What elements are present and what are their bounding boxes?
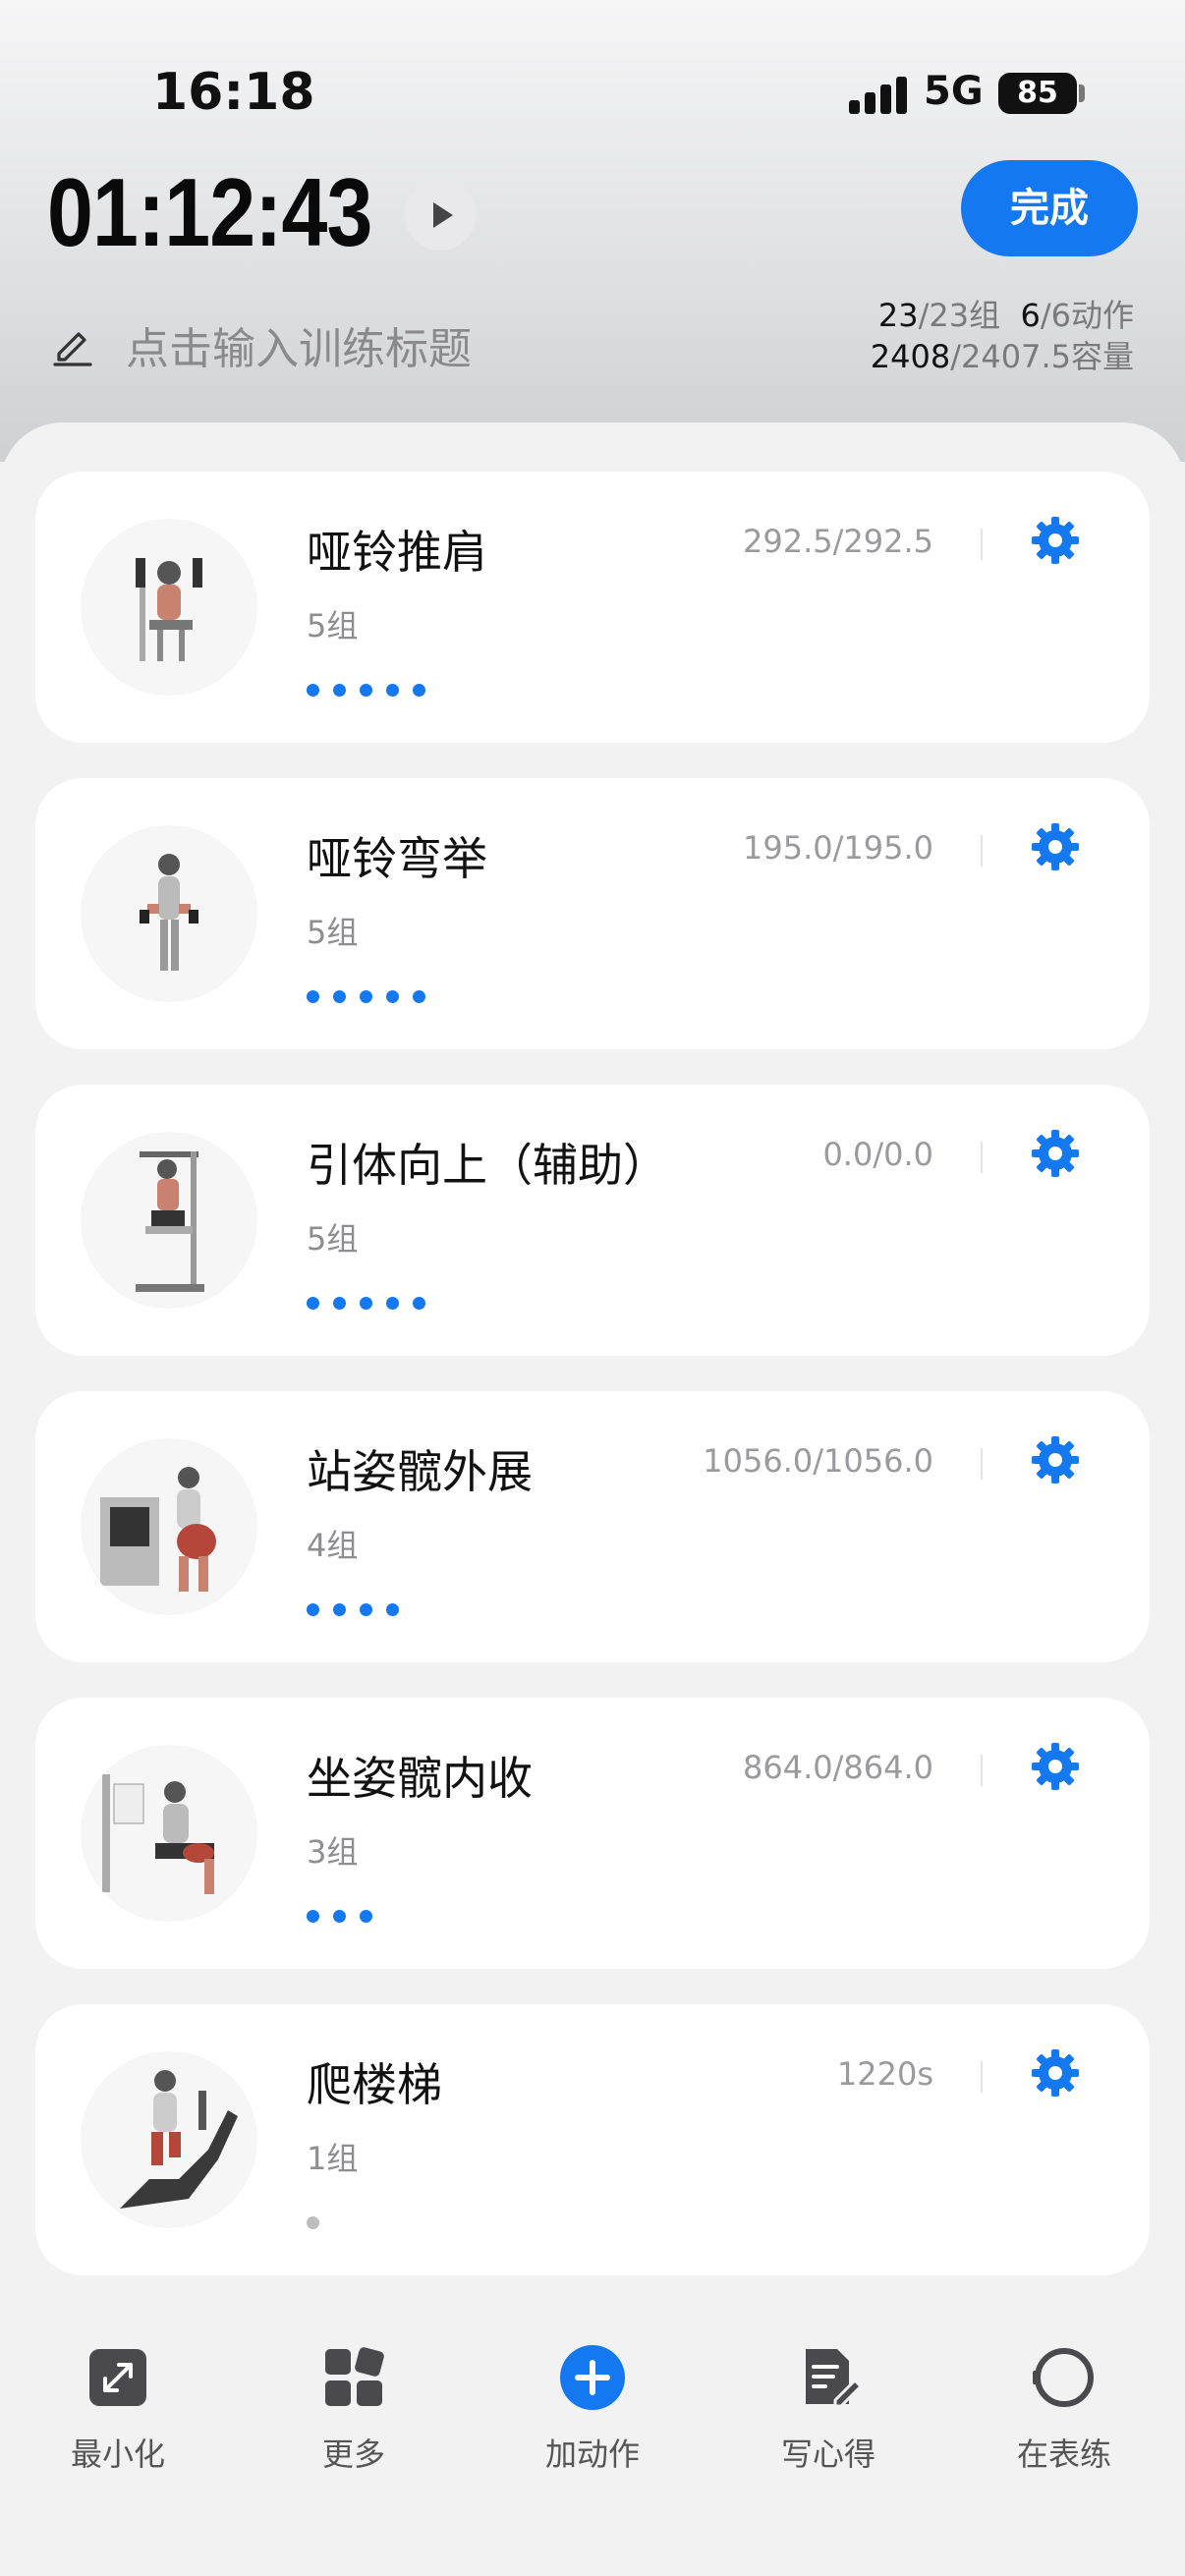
exercise-sets: 4组	[307, 1527, 359, 1564]
exercise-sets: 5组	[307, 914, 359, 951]
write-notes-button[interactable]: 写心得	[750, 2343, 907, 2475]
minimize-button[interactable]: 最小化	[39, 2343, 197, 2475]
divider	[981, 835, 983, 867]
add-exercise-button[interactable]: 加动作	[514, 2343, 671, 2475]
gear-icon[interactable]	[1030, 1741, 1081, 1792]
exercise-card[interactable]: 引体向上（辅助） 5组 0.0/0.0	[35, 1085, 1150, 1356]
gear-icon[interactable]	[1030, 515, 1081, 566]
watch-icon	[1033, 2348, 1094, 2407]
stair-climber-figure	[81, 2051, 257, 2228]
exercise-card[interactable]: 坐姿髋内收 3组 864.0/864.0	[35, 1698, 1150, 1969]
done-button[interactable]: 完成	[961, 160, 1138, 256]
exercise-volume: 1056.0/1056.0	[703, 1442, 933, 1480]
divider	[981, 1142, 983, 1173]
signal-icon	[849, 77, 908, 114]
gear-icon[interactable]	[1030, 821, 1081, 872]
status-time: 16:18	[152, 63, 315, 122]
workout-timer: 01:12:43	[47, 158, 372, 266]
header-area: 16:18 5G 85 01:12:43 完成 23/23组 6/6动作 240…	[0, 0, 1185, 462]
minimize-label: 最小化	[70, 2436, 165, 2473]
bicep-curl-figure	[81, 825, 257, 1002]
network-label: 5G	[924, 69, 984, 114]
write-notes-label: 写心得	[780, 2436, 875, 2473]
add-exercise-label: 加动作	[544, 2436, 640, 2473]
workout-title-input[interactable]	[126, 319, 676, 378]
exercise-volume: 864.0/864.0	[743, 1749, 933, 1786]
shoulder-press-figure	[81, 519, 257, 696]
exercise-card[interactable]: 哑铃推肩 5组 292.5/292.5	[35, 472, 1150, 743]
exercise-sets: 3组	[307, 1833, 359, 1871]
more-label: 更多	[321, 2436, 385, 2473]
exercise-sets: 5组	[307, 1220, 359, 1258]
exercise-card[interactable]: 站姿髋外展 4组 1056.0/1056.0	[35, 1391, 1150, 1662]
gear-icon[interactable]	[1030, 1128, 1081, 1179]
exercise-name: 哑铃弯举	[307, 832, 487, 885]
note-edit-icon	[806, 2349, 864, 2408]
divider	[981, 1448, 983, 1480]
minimize-icon	[89, 2349, 146, 2406]
bottom-toolbar: 最小化 更多 加动作 写心得 在表练	[0, 2289, 1185, 2576]
divider	[981, 2061, 983, 2093]
set-dots	[307, 988, 439, 1003]
exercise-name: 哑铃推肩	[307, 526, 487, 579]
assisted-pullup-figure	[81, 1132, 257, 1309]
watch-train-button[interactable]: 在表练	[986, 2343, 1143, 2475]
set-dots	[307, 1295, 439, 1310]
exercise-name: 站姿髋外展	[307, 1445, 533, 1498]
watch-train-label: 在表练	[1016, 2436, 1111, 2473]
exercise-volume: 292.5/292.5	[743, 523, 933, 560]
gear-icon[interactable]	[1030, 2047, 1081, 2099]
gear-icon[interactable]	[1030, 1434, 1081, 1485]
exercise-name: 爬楼梯	[307, 2058, 442, 2111]
exercise-name: 引体向上（辅助）	[307, 1139, 668, 1192]
battery-icon: 85	[998, 73, 1077, 114]
exercise-volume: 195.0/195.0	[743, 829, 933, 867]
exercise-sets: 5组	[307, 607, 359, 644]
hip-abduction-figure	[81, 1438, 257, 1615]
grid-icon	[325, 2347, 384, 2406]
set-dots	[307, 2214, 333, 2229]
exercise-name: 坐姿髋内收	[307, 1752, 533, 1805]
pencil-icon[interactable]	[51, 324, 94, 367]
set-dots	[307, 1908, 386, 1923]
play-button[interactable]	[405, 180, 476, 251]
hip-adduction-figure	[81, 1745, 257, 1922]
set-dots	[307, 682, 439, 697]
battery-tip	[1079, 84, 1085, 102]
more-button[interactable]: 更多	[275, 2343, 432, 2475]
set-dots	[307, 1601, 413, 1616]
plus-circle-icon	[560, 2345, 625, 2410]
exercise-volume: 0.0/0.0	[822, 1136, 933, 1173]
exercise-sets: 1组	[307, 2140, 359, 2177]
divider	[981, 1755, 983, 1786]
workout-stats: 23/23组 6/6动作 2408/2407.5容量	[870, 297, 1134, 375]
exercise-volume: 1220s	[836, 2055, 933, 2093]
divider	[981, 529, 983, 560]
exercise-card[interactable]: 哑铃弯举 5组 195.0/195.0	[35, 778, 1150, 1049]
exercise-card[interactable]: 爬楼梯 1组 1220s	[35, 2004, 1150, 2275]
